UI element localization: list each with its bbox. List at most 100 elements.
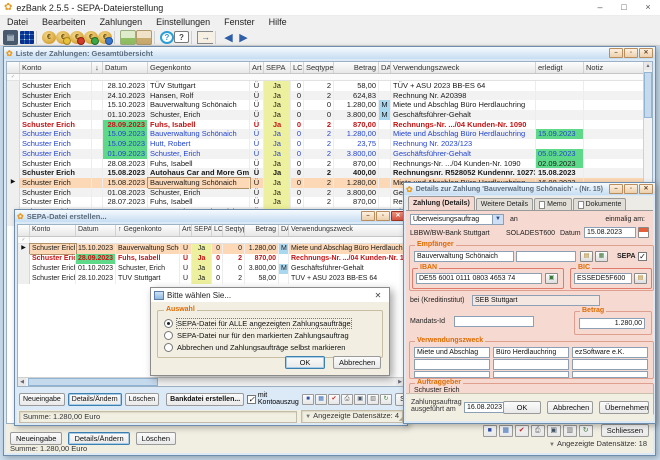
column-header[interactable]: LC — [291, 62, 304, 73]
export-icon[interactable]: ▣ — [354, 394, 366, 405]
bankdatei-erstellen-button[interactable]: Bankdatei erstellen... — [166, 393, 244, 406]
neueingabe-button[interactable]: Neueingabe — [19, 393, 65, 406]
checkbox-checked-icon[interactable]: ✓ — [247, 395, 256, 404]
column-header[interactable]: Konto — [30, 225, 76, 236]
column-header[interactable]: erledigt — [536, 62, 584, 73]
minimize-button[interactable]: – — [609, 184, 623, 194]
column-header[interactable] — [7, 62, 20, 73]
column-header[interactable]: Datum — [103, 62, 148, 73]
filter-row[interactable]: ✓ — [18, 237, 404, 244]
radio-option[interactable]: SEPA-Datei für ALLE angezeigten Zahlungs… — [164, 317, 378, 329]
column-header[interactable] — [18, 225, 30, 236]
vz-field-5[interactable] — [493, 359, 569, 370]
journal-icon[interactable]: ▤ — [3, 30, 18, 45]
column-header[interactable]: DA — [379, 62, 391, 73]
tab[interactable]: Dokumente — [573, 198, 627, 210]
payment-row[interactable]: Schuster Erich 15.09.2023 Hutt, Robert Ü… — [7, 139, 652, 149]
horizontal-scrollbar[interactable]: ◀ ▶ — [18, 377, 404, 386]
view-card-icon[interactable]: ■ — [302, 394, 314, 405]
restore-button[interactable]: ▫ — [624, 184, 638, 194]
column-header[interactable]: Betrag — [245, 225, 279, 236]
exit-icon[interactable]: → — [197, 31, 213, 44]
radio-option[interactable]: SEPA-Datei nur für den markierten Zahlun… — [164, 329, 378, 341]
payments-overview-icon[interactable] — [20, 31, 34, 44]
payment-search-icon[interactable]: € — [98, 31, 112, 44]
toolbar-separator[interactable] — [154, 31, 158, 44]
bic-lookup-icon[interactable]: ▤ — [634, 273, 647, 284]
restore-button[interactable]: ▫ — [624, 48, 638, 58]
view-table-icon[interactable]: ▦ — [499, 425, 513, 437]
payment-row[interactable]: Schuster Erich 28.10.2023 TÜV Stuttgart … — [18, 274, 404, 284]
payment-row[interactable]: Schuster Erich 28.10.2023 TÜV Stuttgart … — [7, 81, 652, 91]
tab[interactable]: Memo — [534, 198, 571, 210]
menu-item[interactable]: Bearbeiten — [35, 16, 93, 29]
ok-button[interactable]: OK — [285, 356, 325, 369]
close-icon[interactable]: ✕ — [639, 184, 653, 194]
refresh-icon[interactable]: ↻ — [380, 394, 392, 405]
kontoauszug-option[interactable]: ✓mit Kontoauszug — [247, 392, 299, 406]
column-header[interactable]: Betrag — [334, 62, 379, 73]
chevron-down-icon[interactable]: ▼ — [492, 215, 503, 224]
column-header[interactable]: Seqtype — [223, 225, 245, 236]
payment-row[interactable]: Schuster Erich 24.10.2023 Hansen, Rolf Ü… — [7, 91, 652, 101]
close-button[interactable]: × — [636, 0, 660, 15]
tab[interactable]: Weitere Details — [476, 198, 533, 210]
view-card-icon[interactable]: ■ — [483, 425, 497, 437]
sort-icon[interactable]: ↓ — [92, 62, 103, 73]
vz-field-7[interactable] — [414, 371, 490, 378]
bankfile-create-icon[interactable] — [120, 30, 136, 45]
payee-lookup-icon[interactable]: ▦ — [595, 251, 608, 262]
payment-delete-icon[interactable]: € — [70, 31, 84, 44]
edit-mark-icon[interactable]: ✔ — [515, 425, 529, 437]
tab[interactable]: Zahlung (Details) — [408, 196, 475, 210]
scroll-up-icon[interactable]: ▲ — [644, 62, 652, 70]
liste-titlebar[interactable]: ✿ Liste der Zahlungen: Gesamtübersicht –… — [4, 47, 655, 59]
column-header[interactable]: Seqtype — [304, 62, 334, 73]
column-header[interactable]: Gegenkonto — [148, 62, 250, 73]
payment-new-icon[interactable]: € — [42, 31, 56, 44]
vz-field-6[interactable] — [572, 359, 648, 370]
menu-item[interactable]: Datei — [0, 16, 35, 29]
columns-icon[interactable]: ▥ — [563, 425, 577, 437]
datum-field[interactable]: 15.08.2023 — [584, 227, 636, 238]
column-header[interactable]: Art — [250, 62, 264, 73]
minimize-button[interactable]: – — [609, 48, 623, 58]
menu-item[interactable]: Zahlungen — [93, 16, 150, 29]
column-header[interactable]: Datum — [76, 225, 116, 236]
abbrechen-button[interactable]: Abbrechen — [333, 356, 381, 369]
vz-field-3[interactable]: ezSoftware e.K. — [572, 347, 648, 358]
support-icon[interactable]: ? — [174, 31, 189, 43]
ok-button[interactable]: OK — [503, 401, 541, 414]
print-icon[interactable]: ⎙ — [341, 394, 353, 405]
iban-field[interactable]: DE55 6001 0111 0803 4653 74 — [416, 273, 542, 284]
details-titlebar[interactable]: ✿ Details zur Zahlung 'Bauverwaltung Sch… — [404, 183, 655, 195]
radio-icon[interactable] — [164, 319, 173, 328]
close-icon[interactable]: ✕ — [370, 291, 386, 300]
toolbar-separator[interactable] — [36, 31, 40, 44]
payment-row[interactable]: Schuster Erich 01.10.2023 Schuster, Eric… — [18, 264, 404, 274]
nav-forward-icon[interactable]: ▶ — [236, 30, 251, 45]
vz-field-4[interactable] — [414, 359, 490, 370]
mandats-field[interactable] — [454, 316, 534, 327]
radio-icon[interactable] — [164, 331, 173, 340]
column-header[interactable]: SEPA — [264, 62, 291, 73]
column-header[interactable]: DA — [279, 225, 289, 236]
export-icon[interactable]: ▣ — [547, 425, 561, 437]
loeschen-button[interactable]: Löschen — [125, 393, 159, 406]
column-header[interactable]: Art — [180, 225, 192, 236]
payment-edit-icon[interactable]: € — [56, 31, 70, 44]
payment-row[interactable]: Schuster Erich 01.09.2023 Schuster, Eric… — [7, 149, 652, 159]
payment-row[interactable]: Schuster Erich 15.09.2023 Bauverwaltung … — [7, 129, 652, 139]
iban-copy-icon[interactable]: ▣ — [545, 273, 558, 284]
radio-option[interactable]: Abbrechen und Zahlungsaufträge selbst ma… — [164, 341, 378, 353]
column-header[interactable]: ↑ Gegenkonto — [116, 225, 180, 236]
column-header[interactable]: Verwendungszweck — [289, 225, 405, 236]
empfaenger-name2-field[interactable] — [516, 251, 576, 262]
edit-mark-icon[interactable]: ✔ — [328, 394, 340, 405]
vz-field-9[interactable] — [572, 371, 648, 378]
dialog-titlebar[interactable]: Bitte wählen Sie... ✕ — [151, 288, 389, 302]
details-aendern-button[interactable]: Details/Ändern — [68, 393, 122, 406]
toolbar-separator[interactable] — [114, 31, 118, 44]
restore-button[interactable]: ▫ — [376, 211, 390, 221]
payment-transfer-icon[interactable]: € — [84, 31, 98, 44]
